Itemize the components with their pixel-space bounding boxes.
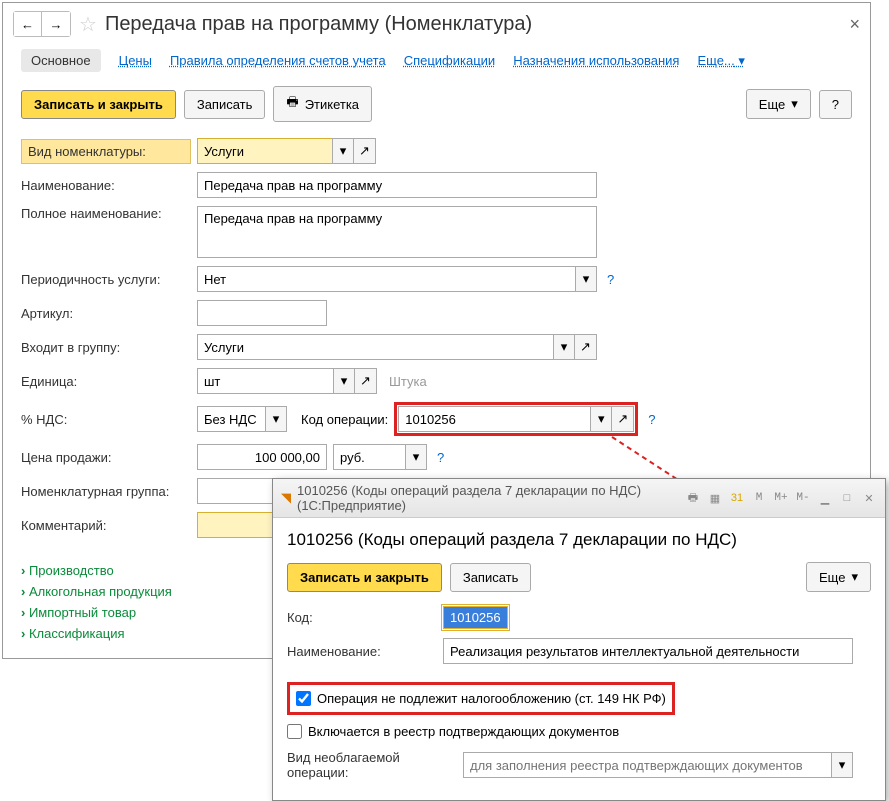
tab-more[interactable]: Еще... ▾ [697,53,744,69]
vid-combo: ▾ [463,752,853,778]
tab-strip: Основное Цены Правила определения счетов… [3,45,870,78]
dropdown-icon[interactable]: ▾ [831,752,853,778]
currency-input[interactable] [333,444,405,470]
kind-input[interactable] [197,138,332,164]
group-label: Входит в группу: [21,340,191,355]
dropdown-icon[interactable]: ▾ [405,444,427,470]
nomgroup-label: Номенклатурная группа: [21,484,191,499]
vat-label: % НДС: [21,412,191,427]
tab-usage[interactable]: Назначения использования [513,53,679,68]
close-icon[interactable]: × [849,14,860,35]
open-icon[interactable]: ↗ [355,368,377,394]
opcode-highlight: ▾ ↗ [394,402,638,436]
group-combo: ▾ ↗ [197,334,597,360]
opcode-combo: ▾ ↗ [398,406,634,432]
grid-icon[interactable]: ▦ [707,490,723,506]
close-icon[interactable]: ✕ [861,490,877,506]
price-input[interactable] [197,444,327,470]
help-button[interactable]: ? [819,90,852,119]
unit-hint: Штука [389,374,427,389]
printer-icon: 🖶 [286,93,298,115]
dropdown-icon[interactable]: ▾ [265,406,287,432]
open-icon[interactable]: ↗ [354,138,376,164]
opcode-label: Код операции: [301,412,388,427]
favorite-star-icon[interactable]: ☆ [79,12,97,37]
name-input[interactable] [197,172,597,198]
article-label: Артикул: [21,306,191,321]
chk-registry-box[interactable] [287,724,302,739]
save-button[interactable]: Записать [184,90,266,119]
name-label: Наименование: [21,178,191,193]
more-button[interactable]: Еще ▾ [746,89,811,119]
chk-registry[interactable]: Включается в реестр подтверждающих докум… [287,721,871,742]
group-input[interactable] [197,334,553,360]
m-minus-icon[interactable]: M- [795,490,811,506]
chk-no-tax-box[interactable] [296,691,311,706]
unit-label: Единица: [21,374,191,389]
period-label: Периодичность услуги: [21,272,191,287]
fullname-input[interactable]: Передача прав на программу [197,206,597,258]
vat-input[interactable] [197,406,265,432]
help-icon[interactable]: ? [437,450,444,465]
open-icon[interactable]: ↗ [575,334,597,360]
vid-label: Вид необлагаемой операции: [287,750,457,780]
titlebar: ← → ☆ Передача прав на программу (Номенк… [3,3,870,45]
dropdown-icon[interactable]: ▾ [332,138,354,164]
tab-main[interactable]: Основное [21,49,101,72]
nav-buttons: ← → [13,11,71,37]
code-label: Код: [287,610,437,625]
period-combo: ▾ [197,266,597,292]
popup-window: ◥ 1010256 (Коды операций раздела 7 декла… [272,478,886,801]
app-icon: ◥ [281,490,291,506]
period-input[interactable] [197,266,575,292]
help-icon[interactable]: ? [648,412,655,427]
chk-no-tax[interactable]: Операция не подлежит налогообложению (ст… [296,688,666,709]
unit-combo: ▾ ↗ [197,368,377,394]
chk1-highlight: Операция не подлежит налогообложению (ст… [287,682,675,715]
popup-more-button[interactable]: Еще ▾ [806,562,871,592]
comment-label: Комментарий: [21,518,191,533]
opcode-input[interactable] [398,406,590,432]
calendar-icon[interactable]: 31 [729,490,745,506]
dropdown-icon[interactable]: ▾ [333,368,355,394]
popup-window-title: 1010256 (Коды операций раздела 7 деклара… [297,483,679,513]
fullname-label: Полное наименование: [21,206,191,221]
popup-body: 1010256 (Коды операций раздела 7 деклара… [273,518,885,800]
dropdown-icon[interactable]: ▾ [590,406,612,432]
print-icon[interactable]: 🖶 [685,490,701,506]
help-icon[interactable]: ? [607,272,614,287]
vid-input[interactable] [463,752,831,778]
popup-titlebar: ◥ 1010256 (Коды операций раздела 7 декла… [273,479,885,518]
page-title: Передача прав на программу (Номенклатура… [105,13,532,36]
currency-combo: ▾ [333,444,427,470]
back-button[interactable]: ← [14,12,42,36]
popup-save-close-button[interactable]: Записать и закрыть [287,563,442,592]
forward-button[interactable]: → [42,12,70,36]
popup-name-input[interactable] [443,638,853,664]
kind-combo: ▾ ↗ [197,138,376,164]
dropdown-icon[interactable]: ▾ [553,334,575,360]
kind-label: Вид номенклатуры: [21,139,191,164]
label-button[interactable]: 🖶Этикетка [273,86,372,122]
price-label: Цена продажи: [21,450,191,465]
m-plus-icon[interactable]: M+ [773,490,789,506]
open-icon[interactable]: ↗ [612,406,634,432]
minimize-icon[interactable]: ▁ [817,490,833,506]
article-input[interactable] [197,300,327,326]
m-icon[interactable]: M [751,490,767,506]
maximize-icon[interactable]: □ [839,490,855,506]
unit-input[interactable] [197,368,333,394]
vat-combo: ▾ [197,406,287,432]
popup-save-button[interactable]: Записать [450,563,532,592]
popup-name-label: Наименование: [287,644,437,659]
tab-rules[interactable]: Правила определения счетов учета [170,53,386,68]
tab-prices[interactable]: Цены [119,53,152,68]
code-input[interactable]: 1010256 [443,606,508,629]
save-close-button[interactable]: Записать и закрыть [21,90,176,119]
dropdown-icon[interactable]: ▾ [575,266,597,292]
toolbar: Записать и закрыть Записать 🖶Этикетка Ещ… [3,78,870,134]
tab-specs[interactable]: Спецификации [404,53,496,68]
popup-heading: 1010256 (Коды операций раздела 7 деклара… [287,530,871,550]
